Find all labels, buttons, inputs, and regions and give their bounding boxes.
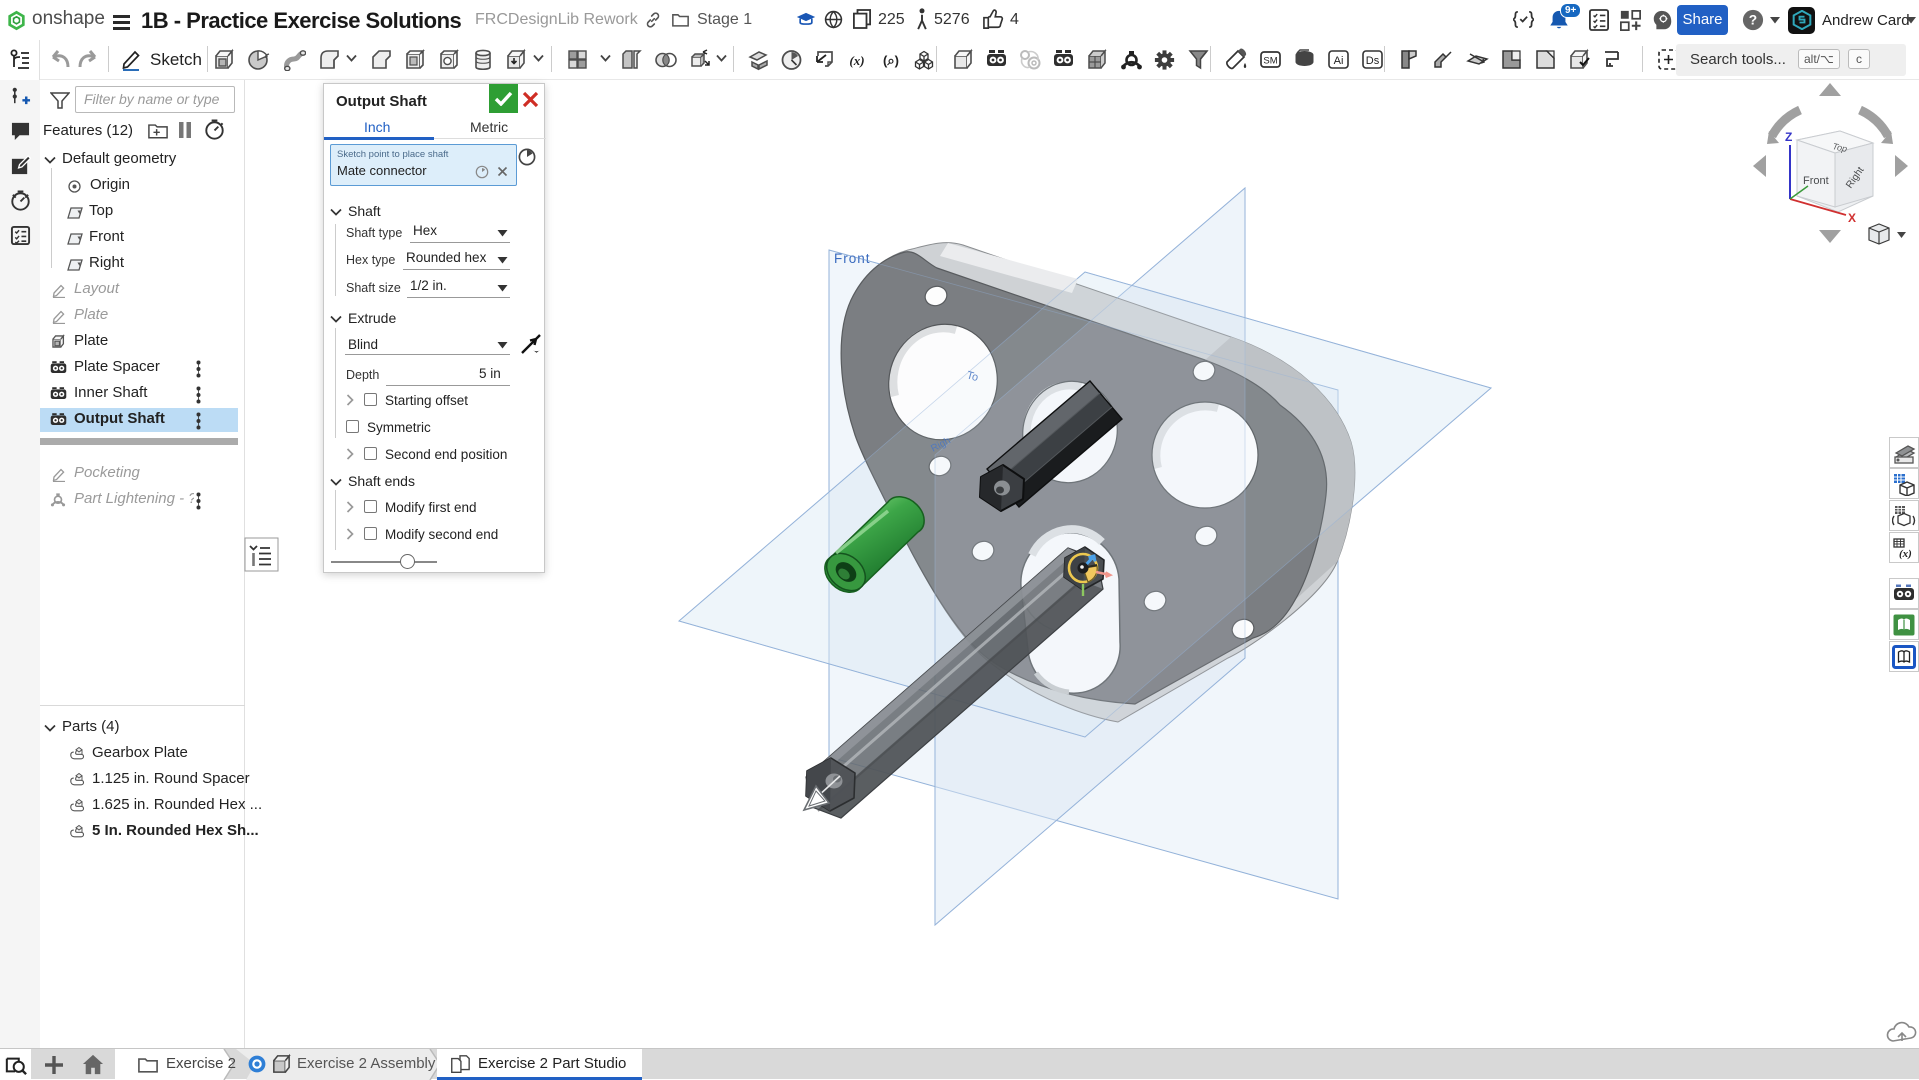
svg-text:Front: Front	[1803, 175, 1829, 187]
svg-text:X: X	[1848, 211, 1856, 225]
svg-text:Z: Z	[1785, 130, 1792, 144]
